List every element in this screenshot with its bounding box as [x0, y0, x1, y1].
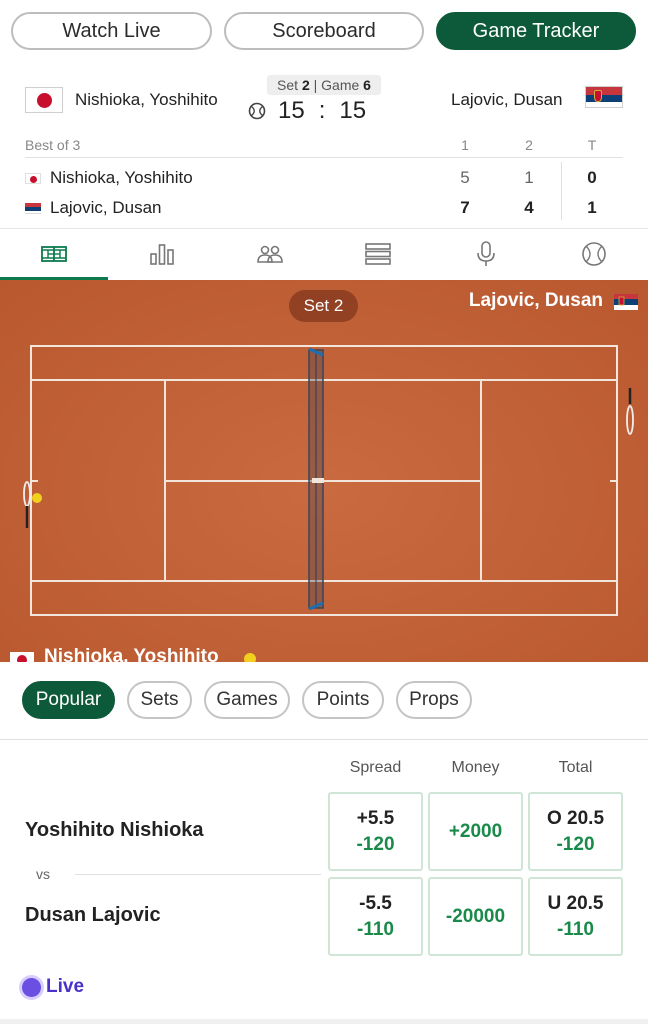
live-indicator: Live [22, 976, 84, 998]
court-bottom-player: Nishioka, Yoshihito [44, 646, 219, 662]
tennis-ball-icon [582, 242, 606, 266]
match-header: Nishioka, Yoshihito Set 2 | Game 6 15 : … [0, 66, 648, 126]
top-tabs: Watch Live Scoreboard Game Tracker [11, 12, 636, 50]
live-label: Live [46, 976, 85, 997]
point-score-p2: 15 [339, 97, 367, 124]
odds-line: U 20.5 [547, 892, 604, 914]
col-money-header: Money [451, 759, 500, 776]
ball-position-icon [32, 493, 42, 503]
court-set-label: Set 2 [289, 290, 358, 322]
team1-total-button[interactable]: O 20.5 -120 [528, 792, 623, 871]
tab-tennis[interactable] [540, 229, 648, 279]
table-row: Lajovic, Dusan 7 4 1 [25, 194, 623, 222]
col-set1-header: 1 [461, 136, 469, 153]
row-set1: 5 [460, 168, 470, 187]
scoreboard-header-row: Best of 3 1 2 T [25, 132, 623, 158]
head-to-head-icon [257, 245, 283, 263]
serving-ball-icon [244, 653, 256, 662]
japan-flag-icon [10, 652, 34, 662]
tracker-icon-tabs [0, 228, 648, 280]
point-score-separator: : [318, 97, 326, 124]
odds-line: +5.5 [356, 807, 395, 829]
tab-play-by-play[interactable] [324, 229, 432, 279]
tab-court[interactable] [0, 229, 108, 280]
stats-icon [150, 244, 174, 265]
player2-name: Lajovic, Dusan [451, 90, 563, 109]
row-set1: 7 [460, 198, 470, 217]
team2-spread-button[interactable]: -5.5 -110 [328, 877, 423, 956]
odds-price: -110 [557, 918, 594, 940]
divider [0, 739, 648, 740]
game-tracker-tab[interactable]: Game Tracker [436, 12, 636, 50]
row-set2: 1 [524, 168, 534, 187]
row-total: 1 [587, 198, 597, 217]
team1-spread-button[interactable]: +5.5 -120 [328, 792, 423, 871]
odds-line: O 20.5 [546, 807, 605, 829]
point-score: 15 : 15 [248, 97, 388, 125]
row-player-name: Nishioka, Yoshihito [50, 168, 193, 187]
row-total: 0 [587, 168, 597, 187]
tab-props[interactable]: Props [396, 681, 472, 719]
tab-audio[interactable] [432, 229, 540, 279]
japan-flag-icon [25, 87, 63, 113]
tab-stats[interactable] [108, 229, 216, 279]
odds-price: +2000 [448, 820, 503, 842]
racket-left-icon [23, 481, 31, 528]
row-player-name: Lajovic, Dusan [50, 198, 162, 217]
point-score-p1: 15 [278, 97, 305, 124]
court-lines [10, 294, 638, 662]
row-set2: 4 [524, 198, 534, 217]
serbia-flag-icon [614, 294, 638, 310]
team2-total-button[interactable]: U 20.5 -110 [528, 877, 623, 956]
col-spread-header: Spread [349, 759, 402, 776]
japan-flag-icon [25, 173, 41, 184]
odds-price: -20000 [445, 905, 506, 927]
serve-ball-icon [248, 102, 266, 120]
odds-price: -120 [556, 833, 595, 855]
match-format: Best of 3 [25, 136, 81, 153]
serbia-flag-icon [25, 203, 41, 214]
live-dot-icon [22, 977, 41, 997]
tennis-court: Set 2 Lajovic, Dusan Nishioka, Yoshihito [0, 280, 648, 662]
vs-label: vs [36, 866, 50, 882]
tab-games[interactable]: Games [204, 681, 290, 719]
table-row: Nishioka, Yoshihito 5 1 0 [25, 164, 623, 192]
tab-head-to-head[interactable] [216, 229, 324, 279]
team1-name: Yoshihito Nishioka [25, 819, 204, 841]
tab-points[interactable]: Points [302, 681, 384, 719]
tennis-net [308, 347, 324, 611]
odds-line: -5.5 [359, 892, 392, 914]
set-game-indicator: Set 2 | Game 6 [267, 75, 381, 95]
bottom-bar [0, 1019, 648, 1024]
racket-right-icon [626, 388, 634, 435]
col-total-header: Total [558, 759, 593, 776]
watch-live-tab[interactable]: Watch Live [11, 12, 212, 50]
scoreboard-tab[interactable]: Scoreboard [224, 12, 424, 50]
divider [75, 874, 321, 875]
court-icon [41, 246, 67, 262]
team2-money-button[interactable]: -20000 [428, 877, 523, 956]
court-top-player: Lajovic, Dusan [468, 290, 603, 311]
odds-price: -110 [357, 918, 394, 940]
serbia-flag-icon [585, 86, 623, 108]
col-set2-header: 2 [525, 136, 533, 153]
microphone-icon [477, 241, 495, 266]
team2-name: Dusan Lajovic [25, 904, 161, 926]
odds-price: -120 [356, 833, 395, 855]
tab-popular[interactable]: Popular [22, 681, 115, 719]
player1-name: Nishioka, Yoshihito [75, 90, 218, 109]
col-total-header: T [587, 136, 597, 153]
tab-sets[interactable]: Sets [127, 681, 192, 719]
list-icon [365, 243, 391, 265]
team1-money-button[interactable]: +2000 [428, 792, 523, 871]
scoreboard-table: Best of 3 1 2 T Nishioka, Yoshihito 5 1 … [25, 132, 623, 222]
bet-category-tabs: Popular Sets Games Points Props [22, 681, 482, 719]
